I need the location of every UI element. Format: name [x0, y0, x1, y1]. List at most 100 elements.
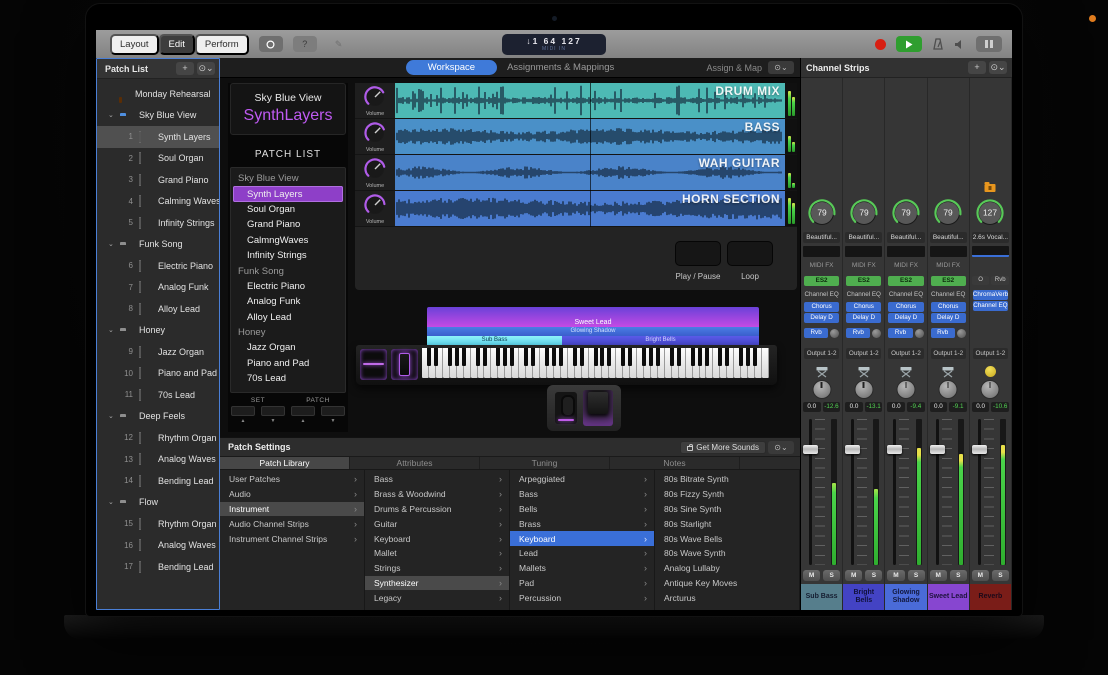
ps-tab-notes[interactable]: Notes	[610, 457, 740, 469]
white-key[interactable]	[575, 348, 582, 378]
white-key[interactable]	[693, 348, 700, 378]
set-down-button[interactable]	[261, 406, 285, 416]
fader-handle[interactable]	[845, 445, 860, 454]
instrument-slot-es2[interactable]: ES2	[888, 276, 923, 286]
white-key[interactable]	[533, 348, 540, 378]
patch-up-button[interactable]	[291, 406, 315, 416]
eq-slot-label[interactable]: Channel EQ	[846, 290, 881, 300]
track-volume-knob[interactable]	[363, 157, 387, 186]
library-item[interactable]: Audio Channel Strips›	[220, 516, 364, 531]
solo-button[interactable]: S	[992, 570, 1009, 581]
record-button[interactable]	[875, 39, 886, 50]
pitch-wheel[interactable]	[360, 349, 387, 380]
tree-patch-row[interactable]: 3Grand Piano	[97, 169, 219, 191]
library-item[interactable]: Audio›	[220, 487, 364, 502]
white-key[interactable]	[602, 348, 609, 378]
eq-slot-label[interactable]: Channel EQ	[888, 290, 923, 300]
strip-knob[interactable]: 79	[891, 198, 921, 233]
fader-handle[interactable]	[803, 445, 818, 454]
white-key[interactable]	[464, 348, 471, 378]
patch-list-action-menu[interactable]: ⊙⌄	[197, 62, 215, 75]
solo-button[interactable]: S	[865, 570, 882, 581]
library-item[interactable]: Strings›	[365, 561, 509, 576]
tree-patch-row[interactable]: 9Jazz Organ	[97, 341, 219, 363]
mode-button-layout[interactable]: Layout	[110, 34, 159, 55]
tree-patch-row[interactable]: 8Alloy Lead	[97, 298, 219, 320]
white-key[interactable]	[637, 348, 644, 378]
instrument-slot-es2[interactable]: ES2	[846, 276, 881, 286]
tree-patch-row[interactable]: 15Rhythm Organ	[97, 513, 219, 535]
output-slot[interactable]: Output 1-2	[888, 348, 923, 359]
pan-knob[interactable]	[939, 380, 958, 399]
white-key[interactable]	[651, 348, 658, 378]
sustain-pedal[interactable]	[583, 390, 613, 426]
strip-name-plate[interactable]: Bright Bells	[843, 584, 884, 610]
tree-set-row[interactable]: ⌄Honey	[97, 320, 219, 342]
library-item[interactable]: Arcturus	[655, 590, 799, 605]
level-value[interactable]: -13.1	[865, 402, 883, 412]
tree-patch-row[interactable]: 13Analog Waves	[97, 449, 219, 471]
level-value[interactable]: -12.6	[823, 402, 841, 412]
layer-sub-bass[interactable]: Sub Bass	[427, 336, 562, 345]
white-key[interactable]	[582, 348, 589, 378]
get-more-sounds-button[interactable]: Get More Sounds	[680, 441, 766, 454]
set-up-button[interactable]	[231, 406, 255, 416]
mode-button-edit[interactable]: Edit	[159, 34, 195, 55]
assign-and-map-button[interactable]: Assign & Map	[706, 63, 762, 73]
send-slot-chorus[interactable]: Chorus	[888, 302, 923, 312]
white-key[interactable]	[630, 348, 637, 378]
library-item[interactable]: Legacy›	[365, 590, 509, 605]
strip-name-plate[interactable]: Sub Bass	[801, 584, 842, 610]
output-slot[interactable]: Output 1-2	[973, 348, 1008, 359]
library-item[interactable]: User Patches›	[220, 472, 364, 487]
white-key[interactable]	[755, 348, 762, 378]
playhead[interactable]	[590, 83, 591, 227]
mode-button-perform[interactable]: Perform	[195, 34, 249, 55]
white-key[interactable]	[665, 348, 672, 378]
workspace-action-menu[interactable]: ⊙⌄	[768, 61, 794, 74]
disclosure-triangle-icon[interactable]: ⌄	[108, 326, 114, 334]
solo-button[interactable]: S	[950, 570, 967, 581]
library-item[interactable]: Antique Key Moves	[655, 576, 799, 591]
library-item[interactable]: Drums & Percussion›	[365, 502, 509, 517]
expression-pedal[interactable]	[555, 392, 577, 424]
pan-knob[interactable]	[854, 380, 873, 399]
track-volume-knob[interactable]	[363, 121, 387, 150]
white-key[interactable]	[658, 348, 665, 378]
tree-patch-row[interactable]: 7Analog Funk	[97, 277, 219, 299]
tree-patch-row[interactable]: 1170s Lead	[97, 384, 219, 406]
send-slot-delay-d[interactable]: Delay D	[931, 313, 966, 323]
help-button[interactable]: ?	[293, 36, 317, 52]
library-item[interactable]: Instrument Channel Strips›	[220, 531, 364, 546]
output-slot[interactable]: Output 1-2	[931, 348, 966, 359]
white-key[interactable]	[616, 348, 623, 378]
disclosure-triangle-icon[interactable]: ⌄	[108, 498, 114, 506]
library-item[interactable]: Keyboard›	[510, 531, 654, 546]
insert-slot-chromaverb[interactable]: ChromaVerb	[973, 290, 1008, 300]
send-slot-rvb[interactable]: Rvb	[931, 328, 955, 338]
instrument-slot-es2[interactable]: ES2	[804, 276, 839, 286]
mute-button[interactable]: M	[972, 570, 989, 581]
layer-sweet-lead[interactable]: Sweet Lead	[427, 307, 759, 327]
tree-patch-row[interactable]: 2Soul Organ	[97, 148, 219, 170]
output-slot[interactable]: Output 1-2	[804, 348, 839, 359]
white-key[interactable]	[512, 348, 519, 378]
white-key[interactable]	[450, 348, 457, 378]
white-key[interactable]	[734, 348, 741, 378]
send-level-knob[interactable]	[872, 329, 881, 338]
white-key[interactable]	[623, 348, 630, 378]
tree-patch-row[interactable]: 1Synth Layers	[97, 126, 219, 148]
white-key[interactable]	[498, 348, 505, 378]
white-key[interactable]	[491, 348, 498, 378]
onstage-patch-row[interactable]: Analog Funk	[231, 294, 345, 309]
ps-tab-patch-library[interactable]: Patch Library	[220, 457, 350, 469]
library-item[interactable]: Synthesizer›	[365, 576, 509, 591]
white-key[interactable]	[457, 348, 464, 378]
tree-patch-row[interactable]: 14Bending Lead	[97, 470, 219, 492]
onstage-set-row[interactable]: Honey	[231, 325, 345, 340]
white-key[interactable]	[589, 348, 596, 378]
patch-down-button[interactable]	[321, 406, 345, 416]
white-key[interactable]	[540, 348, 547, 378]
tree-patch-row[interactable]: 12Rhythm Organ	[97, 427, 219, 449]
library-item[interactable]: Bass›	[365, 472, 509, 487]
